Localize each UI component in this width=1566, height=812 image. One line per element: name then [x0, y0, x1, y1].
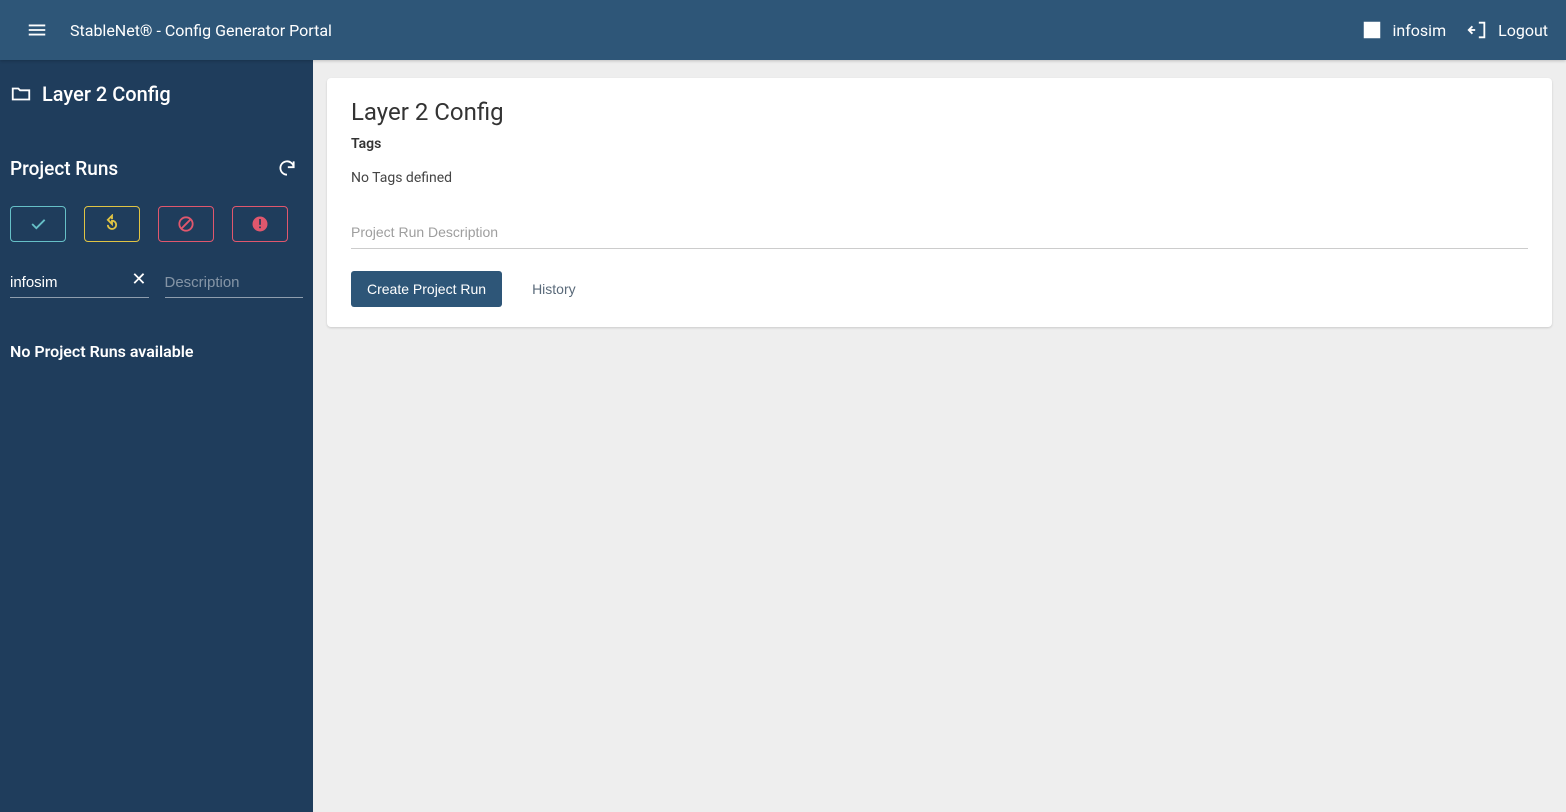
refresh-button[interactable] — [271, 152, 303, 184]
tags-label: Tags — [351, 136, 1528, 152]
close-icon: ✕ — [131, 269, 146, 289]
clear-user-filter-button[interactable]: ✕ — [129, 270, 148, 288]
logout-button[interactable]: Logout — [1466, 19, 1548, 41]
cancel-icon — [176, 214, 196, 234]
run-description-input[interactable] — [351, 220, 1528, 249]
refresh-icon — [277, 158, 297, 178]
card-title: Layer 2 Config — [351, 98, 1528, 126]
user-menu[interactable]: infosim — [1361, 19, 1447, 41]
empty-runs-message: No Project Runs available — [10, 342, 303, 361]
alert-icon — [250, 214, 270, 234]
filter-buttons — [10, 206, 303, 242]
filter-inputs: ✕ — [10, 270, 303, 298]
app-title: StableNet® - Config Generator Portal — [70, 21, 332, 40]
project-card: Layer 2 Config Tags No Tags defined Crea… — [327, 78, 1552, 327]
card-actions: Create Project Run History — [351, 271, 1528, 307]
section-title: Project Runs — [10, 157, 118, 180]
account-icon — [1361, 19, 1383, 41]
hamburger-icon — [26, 19, 48, 41]
check-icon — [28, 214, 48, 234]
history-button[interactable]: History — [524, 275, 584, 303]
create-project-run-button[interactable]: Create Project Run — [351, 271, 502, 307]
filter-user-input[interactable] — [10, 270, 149, 298]
filter-cancelled-button[interactable] — [158, 206, 214, 242]
filter-desc-field — [165, 270, 304, 298]
filter-success-button[interactable] — [10, 206, 66, 242]
main-content: Layer 2 Config Tags No Tags defined Crea… — [313, 60, 1566, 812]
logout-label: Logout — [1498, 21, 1548, 40]
filter-pending-button[interactable] — [84, 206, 140, 242]
section-header: Project Runs — [10, 152, 303, 184]
logout-icon — [1466, 19, 1488, 41]
filter-desc-input[interactable] — [165, 270, 304, 298]
app-header: StableNet® - Config Generator Portal inf… — [0, 0, 1566, 60]
tags-empty-message: No Tags defined — [351, 170, 1528, 186]
sidebar: Layer 2 Config Project Runs — [0, 60, 313, 812]
user-label: infosim — [1393, 21, 1447, 40]
project-name: Layer 2 Config — [42, 82, 171, 106]
filter-user-field: ✕ — [10, 270, 149, 298]
project-header[interactable]: Layer 2 Config — [10, 82, 303, 110]
menu-button[interactable] — [18, 11, 56, 49]
filter-error-button[interactable] — [232, 206, 288, 242]
undo-icon — [102, 214, 122, 234]
folder-icon — [10, 83, 32, 105]
